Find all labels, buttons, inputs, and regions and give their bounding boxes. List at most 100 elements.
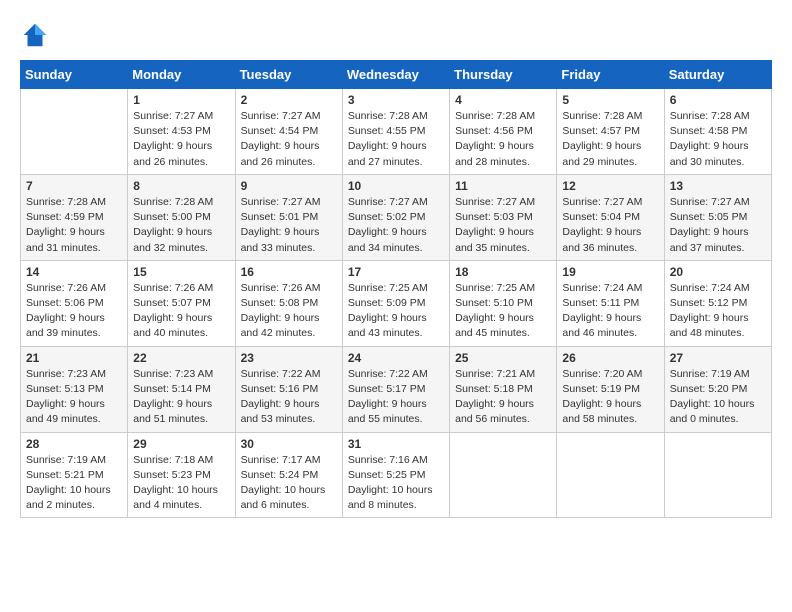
calendar-cell: 14 Sunrise: 7:26 AM Sunset: 5:06 PM Dayli… — [21, 260, 128, 346]
calendar-cell: 19 Sunrise: 7:24 AM Sunset: 5:11 PM Dayli… — [557, 260, 664, 346]
logo-icon — [20, 20, 50, 50]
day-info: Sunrise: 7:19 AM Sunset: 5:20 PM Dayligh… — [670, 367, 766, 428]
logo — [20, 20, 52, 50]
day-info: Sunrise: 7:26 AM Sunset: 5:08 PM Dayligh… — [241, 281, 337, 342]
calendar-cell — [557, 432, 664, 518]
day-number: 4 — [455, 93, 551, 107]
day-info: Sunrise: 7:21 AM Sunset: 5:18 PM Dayligh… — [455, 367, 551, 428]
day-number: 30 — [241, 437, 337, 451]
day-info: Sunrise: 7:27 AM Sunset: 5:01 PM Dayligh… — [241, 195, 337, 256]
weekday-header-saturday: Saturday — [664, 61, 771, 89]
day-number: 25 — [455, 351, 551, 365]
calendar-cell: 17 Sunrise: 7:25 AM Sunset: 5:09 PM Dayli… — [342, 260, 449, 346]
day-number: 21 — [26, 351, 122, 365]
calendar-cell: 26 Sunrise: 7:20 AM Sunset: 5:19 PM Dayli… — [557, 346, 664, 432]
calendar-cell: 30 Sunrise: 7:17 AM Sunset: 5:24 PM Dayli… — [235, 432, 342, 518]
calendar-cell: 6 Sunrise: 7:28 AM Sunset: 4:58 PM Daylig… — [664, 89, 771, 175]
day-number: 1 — [133, 93, 229, 107]
calendar-cell: 28Sunrise: 7:19 AM Sunset: 5:21 PM Dayli… — [21, 432, 128, 518]
week-row-3: 14 Sunrise: 7:26 AM Sunset: 5:06 PM Dayli… — [21, 260, 772, 346]
calendar-cell: 31 Sunrise: 7:16 AM Sunset: 5:25 PM Dayli… — [342, 432, 449, 518]
day-info: Sunrise: 7:28 AM Sunset: 4:58 PM Dayligh… — [670, 109, 766, 170]
calendar-cell: 20Sunrise: 7:24 AM Sunset: 5:12 PM Dayli… — [664, 260, 771, 346]
calendar-cell: 16 Sunrise: 7:26 AM Sunset: 5:08 PM Dayli… — [235, 260, 342, 346]
calendar-cell: 7Sunrise: 7:28 AM Sunset: 4:59 PM Daylig… — [21, 174, 128, 260]
weekday-header-tuesday: Tuesday — [235, 61, 342, 89]
day-info: Sunrise: 7:24 AM Sunset: 5:12 PM Dayligh… — [670, 281, 766, 342]
calendar-cell — [450, 432, 557, 518]
day-info: Sunrise: 7:23 AM Sunset: 5:13 PM Dayligh… — [26, 367, 122, 428]
day-info: Sunrise: 7:17 AM Sunset: 5:24 PM Dayligh… — [241, 453, 337, 514]
day-info: Sunrise: 7:23 AM Sunset: 5:14 PM Dayligh… — [133, 367, 229, 428]
calendar-cell: 13 Sunrise: 7:27 AM Sunset: 5:05 PM Dayli… — [664, 174, 771, 260]
page-header — [20, 20, 772, 50]
day-info: Sunrise: 7:22 AM Sunset: 5:17 PM Dayligh… — [348, 367, 444, 428]
day-number: 17 — [348, 265, 444, 279]
day-number: 12 — [562, 179, 658, 193]
day-number: 10 — [348, 179, 444, 193]
day-info: Sunrise: 7:27 AM Sunset: 4:54 PM Dayligh… — [241, 109, 337, 170]
day-info: Sunrise: 7:25 AM Sunset: 5:09 PM Dayligh… — [348, 281, 444, 342]
day-number: 26 — [562, 351, 658, 365]
day-number: 13 — [670, 179, 766, 193]
day-info: Sunrise: 7:28 AM Sunset: 5:00 PM Dayligh… — [133, 195, 229, 256]
week-row-1: 1 Sunrise: 7:27 AM Sunset: 4:53 PM Daylig… — [21, 89, 772, 175]
day-number: 19 — [562, 265, 658, 279]
weekday-header-monday: Monday — [128, 61, 235, 89]
day-number: 18 — [455, 265, 551, 279]
weekday-header-thursday: Thursday — [450, 61, 557, 89]
day-info: Sunrise: 7:16 AM Sunset: 5:25 PM Dayligh… — [348, 453, 444, 514]
calendar-cell: 29 Sunrise: 7:18 AM Sunset: 5:23 PM Dayli… — [128, 432, 235, 518]
calendar-cell: 18 Sunrise: 7:25 AM Sunset: 5:10 PM Dayli… — [450, 260, 557, 346]
calendar-cell: 15Sunrise: 7:26 AM Sunset: 5:07 PM Dayli… — [128, 260, 235, 346]
day-info: Sunrise: 7:25 AM Sunset: 5:10 PM Dayligh… — [455, 281, 551, 342]
calendar-cell: 9 Sunrise: 7:27 AM Sunset: 5:01 PM Daylig… — [235, 174, 342, 260]
day-number: 23 — [241, 351, 337, 365]
calendar-cell: 2 Sunrise: 7:27 AM Sunset: 4:54 PM Daylig… — [235, 89, 342, 175]
day-number: 9 — [241, 179, 337, 193]
day-number: 8 — [133, 179, 229, 193]
calendar-table: SundayMondayTuesdayWednesdayThursdayFrid… — [20, 60, 772, 518]
day-info: Sunrise: 7:28 AM Sunset: 4:55 PM Dayligh… — [348, 109, 444, 170]
day-number: 14 — [26, 265, 122, 279]
calendar-cell: 10 Sunrise: 7:27 AM Sunset: 5:02 PM Dayli… — [342, 174, 449, 260]
week-row-5: 28Sunrise: 7:19 AM Sunset: 5:21 PM Dayli… — [21, 432, 772, 518]
weekday-header-row: SundayMondayTuesdayWednesdayThursdayFrid… — [21, 61, 772, 89]
day-info: Sunrise: 7:20 AM Sunset: 5:19 PM Dayligh… — [562, 367, 658, 428]
calendar-cell — [664, 432, 771, 518]
day-info: Sunrise: 7:27 AM Sunset: 5:03 PM Dayligh… — [455, 195, 551, 256]
day-number: 31 — [348, 437, 444, 451]
calendar-cell: 24 Sunrise: 7:22 AM Sunset: 5:17 PM Dayli… — [342, 346, 449, 432]
day-info: Sunrise: 7:22 AM Sunset: 5:16 PM Dayligh… — [241, 367, 337, 428]
day-info: Sunrise: 7:27 AM Sunset: 5:05 PM Dayligh… — [670, 195, 766, 256]
calendar-cell — [21, 89, 128, 175]
day-info: Sunrise: 7:28 AM Sunset: 4:57 PM Dayligh… — [562, 109, 658, 170]
day-info: Sunrise: 7:18 AM Sunset: 5:23 PM Dayligh… — [133, 453, 229, 514]
weekday-header-friday: Friday — [557, 61, 664, 89]
calendar-cell: 25 Sunrise: 7:21 AM Sunset: 5:18 PM Dayli… — [450, 346, 557, 432]
day-info: Sunrise: 7:27 AM Sunset: 4:53 PM Dayligh… — [133, 109, 229, 170]
day-number: 6 — [670, 93, 766, 107]
day-number: 29 — [133, 437, 229, 451]
day-number: 27 — [670, 351, 766, 365]
calendar-cell: 12 Sunrise: 7:27 AM Sunset: 5:04 PM Dayli… — [557, 174, 664, 260]
calendar-cell: 1 Sunrise: 7:27 AM Sunset: 4:53 PM Daylig… — [128, 89, 235, 175]
calendar-cell: 27 Sunrise: 7:19 AM Sunset: 5:20 PM Dayli… — [664, 346, 771, 432]
day-number: 2 — [241, 93, 337, 107]
day-number: 11 — [455, 179, 551, 193]
calendar-body: 1 Sunrise: 7:27 AM Sunset: 4:53 PM Daylig… — [21, 89, 772, 518]
day-number: 22 — [133, 351, 229, 365]
day-number: 7 — [26, 179, 122, 193]
day-info: Sunrise: 7:28 AM Sunset: 4:56 PM Dayligh… — [455, 109, 551, 170]
day-number: 24 — [348, 351, 444, 365]
day-info: Sunrise: 7:27 AM Sunset: 5:04 PM Dayligh… — [562, 195, 658, 256]
day-number: 15 — [133, 265, 229, 279]
day-number: 16 — [241, 265, 337, 279]
day-info: Sunrise: 7:27 AM Sunset: 5:02 PM Dayligh… — [348, 195, 444, 256]
day-number: 3 — [348, 93, 444, 107]
day-info: Sunrise: 7:24 AM Sunset: 5:11 PM Dayligh… — [562, 281, 658, 342]
weekday-header-wednesday: Wednesday — [342, 61, 449, 89]
calendar-cell: 22 Sunrise: 7:23 AM Sunset: 5:14 PM Dayli… — [128, 346, 235, 432]
day-info: Sunrise: 7:26 AM Sunset: 5:06 PM Dayligh… — [26, 281, 122, 342]
weekday-header-sunday: Sunday — [21, 61, 128, 89]
